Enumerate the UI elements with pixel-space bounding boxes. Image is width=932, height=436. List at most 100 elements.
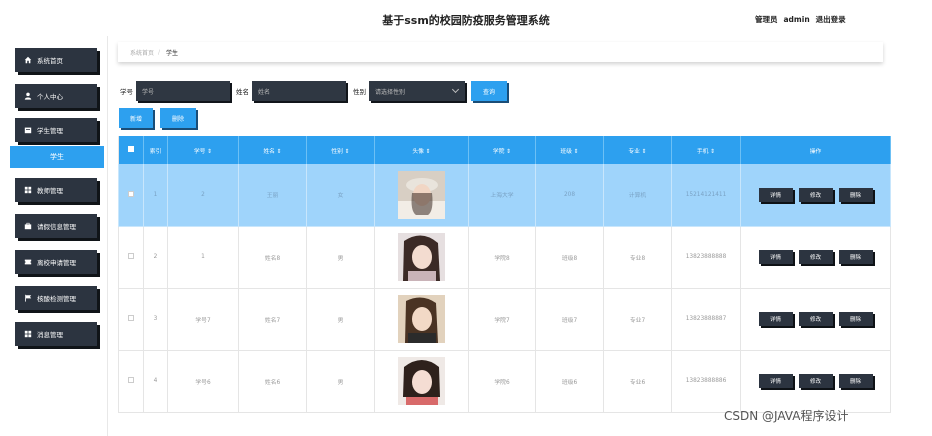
cell-xingming: 姓名6 (238, 350, 307, 413)
cell-xuehao: 学号6 (167, 350, 239, 413)
col-xingbie[interactable]: 性别 ⇕ (306, 136, 375, 164)
cell-shouji: 13823888886 (671, 350, 741, 413)
user-name: admin (783, 15, 810, 24)
row-checkbox[interactable] (118, 226, 144, 289)
xingming-input[interactable]: 姓名 (252, 81, 346, 101)
edit-button[interactable]: 修改 (798, 250, 833, 264)
xingbie-select-value: 请选择性别 (375, 88, 406, 96)
student-table: 索引 学号 ⇕ 姓名 ⇕ 性别 ⇕ 头像 ⇕ 学院 ⇕ 班级 ⇕ 专业 ⇕ 手机… (118, 136, 891, 413)
folder-icon (24, 127, 32, 134)
edit-button[interactable]: 修改 (798, 374, 833, 388)
grid-icon (24, 330, 32, 338)
cell-banji: 班级8 (535, 226, 604, 289)
grid-icon (24, 186, 32, 194)
logout-link[interactable]: 退出登录 (816, 15, 846, 24)
row-delete-button[interactable]: 删除 (838, 374, 873, 388)
cell-zhuanye: 计算机 (603, 164, 672, 227)
query-button[interactable]: 查询 (471, 81, 507, 101)
col-avatar[interactable]: 头像 ⇕ (374, 136, 469, 164)
filter-xingbie: 性别 请选择性别 (353, 81, 465, 101)
add-button[interactable]: 新增 (119, 108, 153, 128)
cell-avatar (374, 226, 469, 289)
col-xuehao[interactable]: 学号 ⇕ (167, 136, 239, 164)
main-content: 系统首页 / 学生 学号 学号 姓名 姓名 性别 请选择性别 查询 新增 删除 … (108, 36, 932, 436)
cell-avatar (374, 350, 469, 413)
cell-shouji: 13823888887 (671, 288, 741, 351)
table-row[interactable]: 3 学号7 姓名7 男 学院7 班级7 专业7 13823888887 详情 修… (118, 288, 891, 351)
cell-xuehao: 2 (167, 164, 239, 227)
avatar (398, 357, 445, 405)
sidebar-item-teachers[interactable]: 教师管理 (15, 178, 97, 202)
cell-zhuanye: 专业6 (603, 350, 672, 413)
sidebar-item-label: 离校申请管理 (37, 259, 76, 267)
col-index: 索引 (143, 136, 168, 164)
col-banji[interactable]: 班级 ⇕ (535, 136, 604, 164)
select-all-checkbox[interactable] (118, 136, 144, 164)
row-delete-button[interactable]: 删除 (838, 312, 873, 326)
row-delete-button[interactable]: 删除 (838, 187, 873, 202)
cell-index: 1 (143, 164, 168, 227)
cell-index: 2 (143, 226, 168, 289)
chevron-down-icon (451, 85, 460, 94)
checkbox[interactable] (128, 377, 134, 383)
sidebar-item-departure[interactable]: 离校申请管理 (15, 250, 97, 274)
cell-xueyuan: 学院6 (468, 350, 536, 413)
col-xueyuan[interactable]: 学院 ⇕ (468, 136, 536, 164)
ticket-icon (24, 259, 32, 265)
checkbox[interactable] (128, 253, 134, 259)
sidebar: 系统首页 个人中心 学生管理 学生 教师管理 请假信息管理 离校申请管理 核酸检… (0, 36, 108, 436)
filter-xuehao: 学号 学号 (120, 81, 230, 101)
sidebar-item-label: 个人中心 (37, 93, 63, 101)
cell-zhuanye: 专业8 (603, 226, 672, 289)
delete-button[interactable]: 删除 (160, 108, 196, 128)
top-bar: 基于ssm的校园防疫服务管理系统 管理员 admin 退出登录 (0, 0, 932, 36)
cell-banji: 208 (535, 164, 604, 227)
cell-xueyuan: 学院7 (468, 288, 536, 351)
sidebar-item-nucleic-test[interactable]: 核酸检测管理 (15, 286, 97, 310)
edit-button[interactable]: 修改 (798, 312, 833, 326)
col-shouji[interactable]: 手机 ⇕ (671, 136, 741, 164)
checkbox[interactable] (128, 190, 134, 197)
xingbie-label: 性别 (353, 88, 366, 96)
xingbie-select[interactable]: 请选择性别 (369, 81, 465, 101)
breadcrumb-home[interactable]: 系统首页 (130, 48, 154, 57)
table-row[interactable]: 1 2 王丽 女 上海大学 208 计算机 15214121411 详情 修改 … (118, 164, 891, 227)
sidebar-subitem-student[interactable]: 学生 (10, 146, 104, 168)
cell-ops: 详情 修改 删除 (740, 288, 891, 351)
cell-xuehao: 1 (167, 226, 239, 289)
detail-button[interactable]: 详情 (758, 312, 793, 326)
cell-ops: 详情 修改 删除 (740, 350, 891, 413)
cell-ops: 详情 修改 删除 (740, 164, 891, 227)
detail-button[interactable]: 详情 (758, 250, 793, 264)
col-xingming[interactable]: 姓名 ⇕ (238, 136, 307, 164)
avatar (398, 233, 445, 281)
checkbox[interactable] (128, 315, 134, 321)
cell-xingbie: 男 (306, 350, 375, 413)
sidebar-item-leave[interactable]: 请假信息管理 (15, 214, 97, 238)
user-role: 管理员 (755, 15, 778, 24)
checkbox[interactable] (128, 146, 134, 152)
row-checkbox[interactable] (118, 164, 144, 227)
sidebar-item-students[interactable]: 学生管理 (15, 118, 97, 142)
row-checkbox[interactable] (118, 350, 144, 413)
col-zhuanye[interactable]: 专业 ⇕ (603, 136, 672, 164)
sidebar-item-label: 核酸检测管理 (37, 295, 76, 303)
table-row[interactable]: 4 学号6 姓名6 男 学院6 班级6 专业6 13823888886 详情 修… (118, 350, 891, 413)
detail-button[interactable]: 详情 (758, 187, 793, 202)
cell-banji: 班级6 (535, 350, 604, 413)
sidebar-item-home[interactable]: 系统首页 (15, 48, 97, 72)
sidebar-item-label: 学生管理 (37, 127, 63, 135)
col-ops: 操作 (740, 136, 891, 164)
edit-button[interactable]: 修改 (798, 187, 833, 202)
sidebar-item-messages[interactable]: 消息管理 (15, 322, 97, 346)
xuehao-input[interactable]: 学号 (136, 81, 230, 101)
detail-button[interactable]: 详情 (758, 374, 793, 388)
row-checkbox[interactable] (118, 288, 144, 351)
breadcrumb: 系统首页 / 学生 (118, 42, 883, 62)
sidebar-item-profile[interactable]: 个人中心 (15, 84, 97, 108)
row-delete-button[interactable]: 删除 (838, 250, 873, 264)
cell-xingbie: 男 (306, 226, 375, 289)
table-row[interactable]: 2 1 姓名8 男 学院8 班级8 专业8 13823888888 详情 修改 (118, 226, 891, 289)
cell-xueyuan: 学院8 (468, 226, 536, 289)
cell-xingming: 王丽 (238, 164, 307, 227)
